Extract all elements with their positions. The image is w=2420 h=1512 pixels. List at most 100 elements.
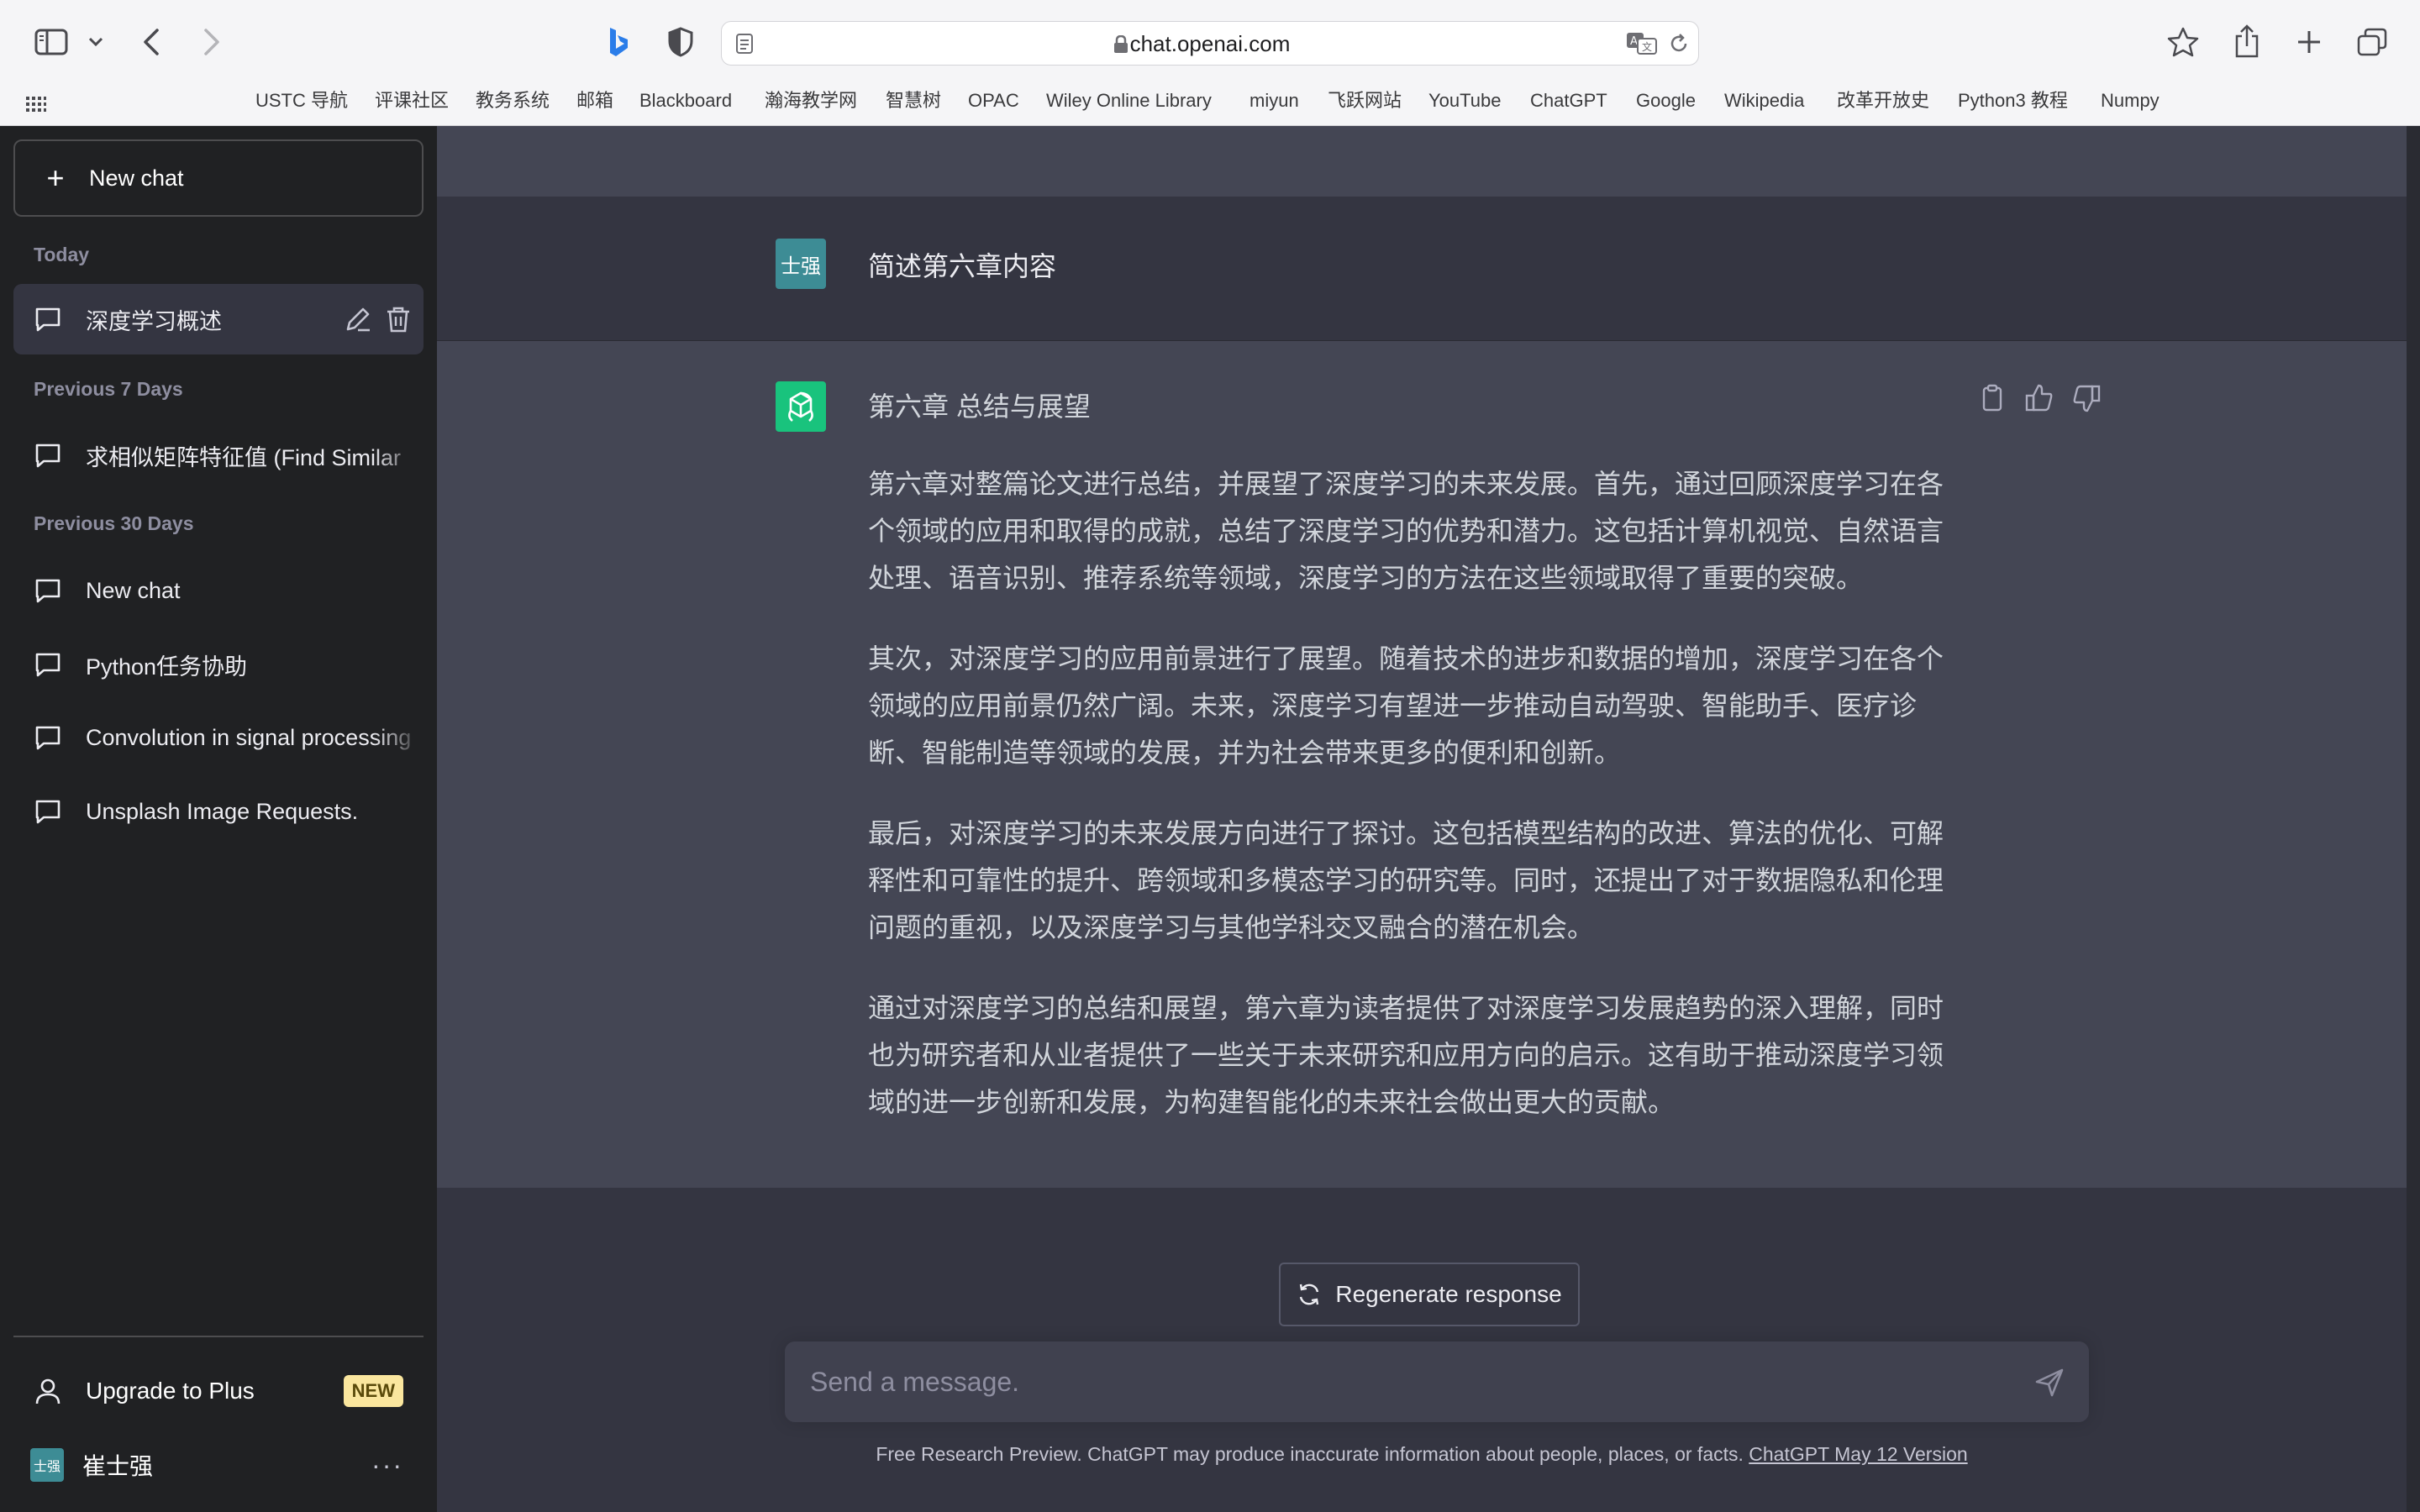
- thumbs-up-icon[interactable]: [2024, 383, 2054, 413]
- conversation-title: Unsplash Image Requests.: [86, 798, 359, 824]
- chatgpt-logo-icon: [776, 381, 826, 432]
- new-chat-label: New chat: [89, 165, 184, 191]
- assistant-message-row: 第六章 总结与展望 第六章对整篇论文进行总结，并展望了深度学习的未来发展。首先，…: [437, 341, 2407, 1188]
- upgrade-to-plus-button[interactable]: Upgrade to Plus NEW: [13, 1356, 424, 1426]
- assistant-paragraph: 其次，对深度学习的应用前景进行了展望。随着技术的进步和数据的增加，深度学习在各个…: [868, 643, 1944, 768]
- message-composer: [785, 1341, 2089, 1422]
- chat-bubble-icon: [35, 444, 60, 468]
- conversation-item[interactable]: Python任务协助: [13, 629, 424, 700]
- trash-icon[interactable]: [383, 304, 413, 334]
- section-label-today: Today: [34, 244, 90, 265]
- user-message-text: 简述第六章内容: [868, 251, 1057, 281]
- sidebar: + New chat Today 深度学习概述 Previous 7 Days …: [0, 126, 437, 1512]
- svg-text:文: 文: [1642, 40, 1652, 53]
- conversation-item[interactable]: 求相似矩阵特征值 (Find Similar: [13, 420, 424, 491]
- chat-main: 士强 简述第六章内容 第六章 总结与展望 第六章对整篇论文进行总结，并展望了深度…: [437, 126, 2407, 1512]
- back-icon[interactable]: [136, 24, 166, 60]
- bookmark-numpy[interactable]: Numpy: [2101, 84, 2160, 118]
- copy-clipboard-icon[interactable]: [1977, 383, 2007, 413]
- user-avatar: 士强: [776, 239, 826, 289]
- footer-disclaimer: Free Research Preview. ChatGPT may produ…: [437, 1443, 2407, 1466]
- bookmark-ustc[interactable]: USTC 导航: [255, 84, 348, 118]
- upgrade-label: Upgrade to Plus: [86, 1378, 255, 1404]
- user-name: 崔士强: [82, 1453, 154, 1479]
- bookmark-feiyue[interactable]: 飞跃网站: [1328, 84, 1402, 118]
- new-chat-button[interactable]: + New chat: [13, 139, 424, 217]
- bookmark-miyun[interactable]: miyun: [1249, 84, 1299, 118]
- conversation-item[interactable]: New chat: [13, 555, 424, 626]
- sidebar-toggle-icon[interactable]: [32, 25, 71, 59]
- send-icon[interactable]: [2033, 1367, 2065, 1399]
- user-icon: [35, 1378, 60, 1404]
- new-badge: NEW: [343, 1375, 403, 1407]
- conversation-item[interactable]: Convolution in signal processing: [13, 702, 424, 773]
- new-tab-icon[interactable]: [2292, 25, 2326, 59]
- lock-icon: [1113, 34, 1128, 58]
- message-input[interactable]: [810, 1341, 2003, 1422]
- chat-bubble-icon: [35, 800, 60, 824]
- forward-icon[interactable]: [197, 24, 227, 60]
- bookmark-blackboard[interactable]: Blackboard: [639, 84, 732, 118]
- conversation-title: 求相似矩阵特征值 (Find Similar: [86, 444, 402, 470]
- chat-bubble-icon: [35, 307, 60, 332]
- assistant-message-body: 第六章 总结与展望 第六章对整篇论文进行总结，并展望了深度学习的未来发展。首先，…: [868, 383, 1969, 1159]
- star-icon[interactable]: [2165, 24, 2202, 60]
- user-message-row: 士强 简述第六章内容: [437, 197, 2407, 341]
- edit-icon[interactable]: [343, 304, 373, 334]
- previous-message-strip: [437, 126, 2407, 197]
- thumbs-down-icon[interactable]: [2071, 383, 2102, 413]
- assistant-paragraph: 最后，对深度学习的未来发展方向进行了探讨。这包括模型结构的改进、算法的优化、可解…: [868, 818, 1944, 942]
- chat-bubble-icon: [35, 653, 60, 677]
- scrollbar[interactable]: [2407, 126, 2420, 1512]
- bookmark-wikipedia[interactable]: Wikipedia: [1724, 84, 1804, 118]
- avatar: 士强: [30, 1448, 64, 1482]
- conversation-title: Convolution in signal processing: [86, 724, 412, 750]
- bookmarks-bar: USTC 导航 评课社区 教务系统 邮箱 Blackboard 瀚海教学网 智慧…: [0, 84, 2420, 118]
- assistant-heading: 第六章 总结与展望: [868, 391, 1091, 422]
- share-icon[interactable]: [2230, 22, 2264, 60]
- bookmark-pingke[interactable]: 评课社区: [375, 84, 449, 118]
- conversation-item[interactable]: Unsplash Image Requests.: [13, 776, 424, 847]
- regenerate-label: Regenerate response: [1335, 1281, 1562, 1307]
- bing-icon[interactable]: [603, 24, 634, 60]
- refresh-icon: [1300, 1284, 1319, 1305]
- chevron-down-icon[interactable]: [84, 30, 108, 54]
- sidebar-divider: [13, 1336, 424, 1337]
- assistant-paragraph: 第六章对整篇论文进行总结，并展望了深度学习的未来发展。首先，通过回顾深度学习在各…: [868, 469, 1944, 593]
- bookmark-hanhai[interactable]: 瀚海教学网: [765, 84, 857, 118]
- bookmark-mail[interactable]: 邮箱: [576, 84, 613, 118]
- regenerate-response-button[interactable]: Regenerate response: [1279, 1263, 1580, 1326]
- bookmark-google[interactable]: Google: [1636, 84, 1696, 118]
- chat-bubble-icon: [35, 726, 60, 750]
- address-bar[interactable]: chat.openai.com A文: [721, 21, 1699, 66]
- conversation-title: New chat: [86, 577, 181, 603]
- section-label-prev30: Previous 30 Days: [34, 512, 194, 534]
- bookmark-zhihuishu[interactable]: 智慧树: [886, 84, 941, 118]
- reload-icon[interactable]: [1668, 33, 1690, 59]
- chat-bubble-icon: [35, 579, 60, 603]
- bookmark-python3[interactable]: Python3 教程: [1958, 84, 2068, 118]
- privacy-shield-icon[interactable]: [664, 25, 697, 59]
- conversation-title: Python任务协助: [86, 654, 248, 680]
- tabs-overview-icon[interactable]: [2354, 25, 2390, 59]
- more-options-icon[interactable]: ···: [371, 1450, 403, 1481]
- user-menu-button[interactable]: 士强 崔士强 ···: [13, 1430, 424, 1500]
- url-text: chat.openai.com: [1129, 31, 1291, 56]
- version-link[interactable]: ChatGPT May 12 Version: [1749, 1443, 1967, 1465]
- bookmark-gaige[interactable]: 改革开放史: [1837, 84, 1929, 118]
- bookmark-chatgpt[interactable]: ChatGPT: [1530, 84, 1607, 118]
- grid-icon[interactable]: [25, 91, 47, 112]
- svg-text:A: A: [1630, 35, 1638, 48]
- section-label-prev7: Previous 7 Days: [34, 378, 183, 400]
- bookmark-youtube[interactable]: YouTube: [1428, 84, 1501, 118]
- message-actions: [1977, 383, 2102, 413]
- conversation-item-active[interactable]: 深度学习概述: [13, 284, 424, 354]
- conversation-title: 深度学习概述: [86, 308, 222, 334]
- assistant-paragraph: 通过对深度学习的总结和展望，第六章为读者提供了对深度学习发展趋势的深入理解，同时…: [868, 993, 1944, 1117]
- footer-text: Free Research Preview. ChatGPT may produ…: [876, 1443, 1749, 1465]
- bookmark-jiaowu[interactable]: 教务系统: [476, 84, 550, 118]
- bookmark-opac[interactable]: OPAC: [968, 84, 1019, 118]
- bookmark-wiley[interactable]: Wiley Online Library: [1046, 84, 1212, 118]
- translate-icon[interactable]: A文: [1626, 32, 1658, 60]
- browser-toolbar: chat.openai.com A文 USTC 导航 评课社区 教务系统 邮箱 …: [0, 0, 2420, 126]
